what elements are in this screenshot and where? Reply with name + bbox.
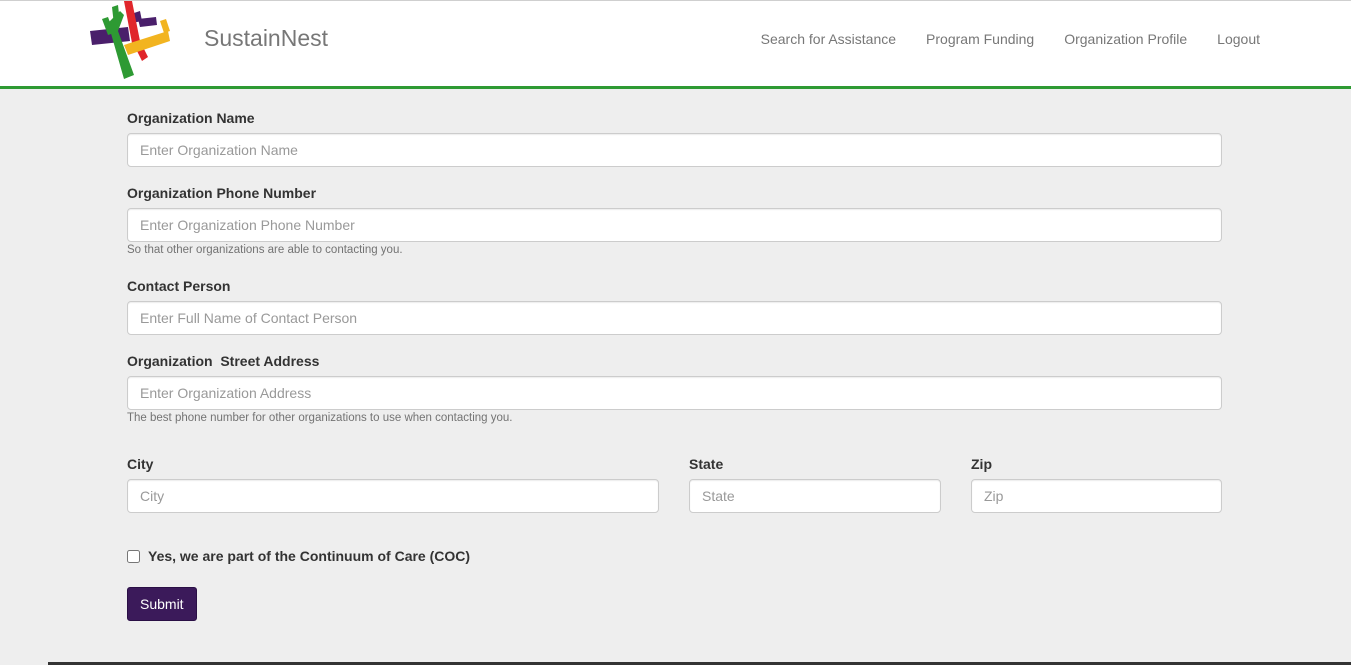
state-input[interactable]	[689, 479, 941, 513]
city-state-zip-row: City State Zip	[127, 456, 1222, 513]
org-phone-label: Organization Phone Number	[127, 185, 317, 201]
city-group: City	[127, 456, 659, 513]
address-label: Organization Street Address	[127, 353, 320, 369]
org-name-group: Organization Name	[127, 110, 1222, 167]
nav-search-for-assistance[interactable]: Search for Assistance	[761, 31, 896, 47]
organization-form: Organization Name Organization Phone Num…	[127, 110, 1222, 621]
org-phone-help-text: So that other organizations are able to …	[127, 244, 403, 256]
main-nav: Search for Assistance Program Funding Or…	[761, 31, 1260, 47]
org-name-input[interactable]	[127, 133, 1222, 167]
zip-label: Zip	[971, 456, 992, 472]
contact-person-input[interactable]	[127, 301, 1222, 335]
nav-organization-profile[interactable]: Organization Profile	[1064, 31, 1187, 47]
hands-logo-icon[interactable]	[88, 1, 172, 81]
city-label: City	[127, 456, 154, 472]
nav-program-funding[interactable]: Program Funding	[926, 31, 1034, 47]
address-help-text: The best phone number for other organiza…	[127, 412, 513, 424]
zip-group: Zip	[971, 456, 1222, 513]
coc-checkbox[interactable]	[127, 549, 140, 563]
city-input[interactable]	[127, 479, 659, 513]
state-group: State	[689, 456, 941, 513]
org-phone-input[interactable]	[127, 208, 1222, 242]
coc-checkbox-label[interactable]: Yes, we are part of the Continuum of Car…	[148, 548, 470, 564]
coc-checkbox-row: Yes, we are part of the Continuum of Car…	[127, 548, 1222, 564]
nav-logout[interactable]: Logout	[1217, 31, 1260, 47]
brand-name[interactable]: SustainNest	[204, 25, 328, 52]
address-group: Organization Street Address The best pho…	[127, 353, 1222, 424]
navbar: SustainNest Search for Assistance Progra…	[0, 0, 1351, 89]
zip-input[interactable]	[971, 479, 1222, 513]
contact-person-label: Contact Person	[127, 278, 231, 294]
contact-person-group: Contact Person	[127, 278, 1222, 335]
org-phone-group: Organization Phone Number So that other …	[127, 185, 1222, 256]
org-name-label: Organization Name	[127, 110, 255, 126]
state-label: State	[689, 456, 724, 472]
submit-button[interactable]: Submit	[127, 587, 197, 621]
address-input[interactable]	[127, 376, 1222, 410]
